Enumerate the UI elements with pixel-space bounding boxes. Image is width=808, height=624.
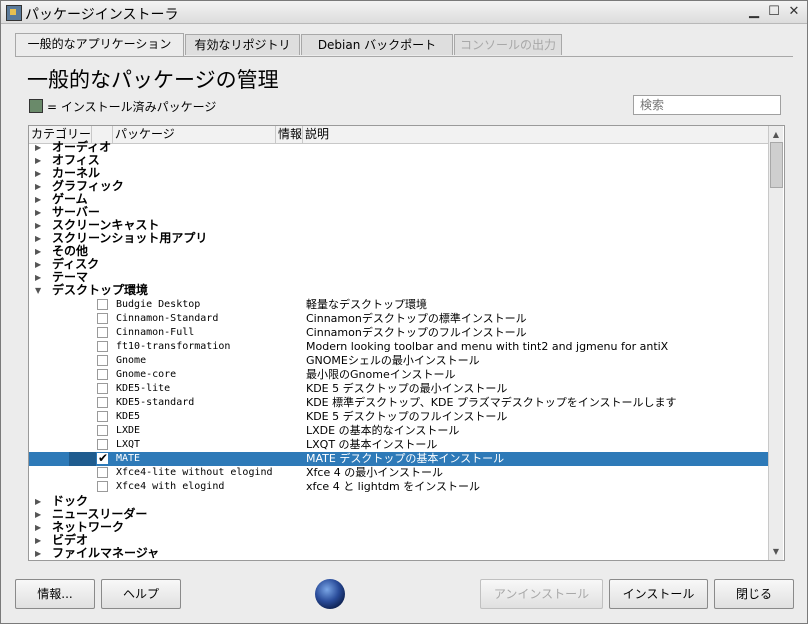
close-button[interactable]: 閉じる [714, 579, 794, 609]
scrollbar-thumb[interactable] [770, 142, 783, 188]
tree-rows: ▶ オーディオ ▶ オフィス ▶ カーネル ▶ グラフィック ▶ ゲーム ▶ サーバー ▶ ス… [29, 141, 769, 560]
package-checkbox[interactable] [97, 313, 108, 324]
package-checkbox[interactable] [97, 467, 108, 478]
installed-legend: = インストール済みパッケージ [47, 100, 217, 114]
expand-arrow-icon[interactable]: ▶ [35, 232, 41, 245]
expand-arrow-icon[interactable]: ▶ [35, 180, 41, 193]
window-title: パッケージインストーラ [25, 7, 179, 23]
expand-arrow-icon[interactable]: ▶ [35, 495, 41, 508]
app-icon [6, 5, 22, 21]
expand-arrow-icon[interactable]: ▶ [35, 154, 41, 167]
globe-icon [315, 579, 345, 609]
scroll-up-icon[interactable]: ▲ [770, 128, 782, 141]
package-installer-window: パッケージインストーラ ▁ ☐ ✕ 一般的なアプリケーション 有効なリポジトリ … [0, 0, 808, 624]
expand-arrow-icon[interactable]: ▶ [35, 508, 41, 521]
tab-repositories[interactable]: 有効なリポジトリ [185, 34, 300, 55]
expand-arrow-icon[interactable]: ▶ [35, 167, 41, 180]
package-row-selected[interactable]: ✔ MATE MATE デスクトップの基本インストール [29, 452, 769, 466]
expand-arrow-icon[interactable]: ▶ [35, 219, 41, 232]
close-window-icon[interactable]: ✕ [787, 5, 801, 19]
maximize-icon[interactable]: ☐ [767, 5, 781, 19]
package-row[interactable]: KDE5-standard KDE 標準デスクトップ、KDE プラズマデスクトップ… [29, 396, 769, 410]
info-button[interactable]: 情報... [15, 579, 95, 609]
help-button[interactable]: ヘルプ [101, 579, 181, 609]
minimize-icon[interactable]: ▁ [747, 5, 761, 19]
category-row-expanded[interactable]: ▼ デスクトップ環境 [29, 284, 769, 297]
package-row[interactable]: Xfce4 with elogind xfce 4 と lightdm をインスト… [29, 480, 769, 494]
category-row[interactable]: ▶ グラフィック [29, 180, 769, 193]
tab-console-output[interactable]: コンソールの出力 [454, 34, 562, 55]
expand-arrow-icon[interactable]: ▶ [35, 271, 41, 284]
page-title: 一般的なパッケージの管理 [27, 68, 279, 92]
scroll-down-icon[interactable]: ▼ [770, 545, 782, 558]
category-row[interactable]: ▶ ニュースリーダー [29, 508, 769, 521]
category-row[interactable]: ▶ ゲーム [29, 193, 769, 206]
package-checkbox[interactable] [97, 299, 108, 310]
package-checkbox[interactable] [97, 481, 108, 492]
category-row[interactable]: ▶ その他 [29, 245, 769, 258]
title-bar: パッケージインストーラ ▁ ☐ ✕ [1, 1, 807, 24]
package-tree: カテゴリー パッケージ 情報 説明 ▶ オーディオ ▶ オフィス ▶ カーネル ▶ グラ… [28, 125, 785, 561]
tab-panel-border [15, 56, 793, 57]
category-row[interactable]: ▶ ファイルマネージャ [29, 547, 769, 560]
package-row[interactable]: LXDE LXDE の基本的なインストール [29, 424, 769, 438]
package-checkbox[interactable] [97, 355, 108, 366]
uninstall-button[interactable]: アンインストール [480, 579, 603, 609]
package-row[interactable]: LXQT LXQT の基本インストール [29, 438, 769, 452]
category-row[interactable]: ▶ オフィス [29, 154, 769, 167]
package-checkbox[interactable] [97, 383, 108, 394]
category-row[interactable]: ▶ オーディオ [29, 141, 769, 154]
expand-arrow-icon[interactable]: ▶ [35, 521, 41, 534]
package-checkbox[interactable] [97, 411, 108, 422]
package-row[interactable]: ft10-transformation Modern looking toolba… [29, 340, 769, 354]
package-row[interactable]: Gnome GNOMEシェルの最小インストール [29, 354, 769, 368]
package-row[interactable]: Cinnamon-Standard Cinnamonデスクトップの標準インストール [29, 312, 769, 326]
category-row[interactable]: ▶ カーネル [29, 167, 769, 180]
package-row[interactable]: KDE5 KDE 5 デスクトップのフルインストール [29, 410, 769, 424]
vertical-scrollbar[interactable]: ▲ ▼ [768, 126, 783, 560]
package-row[interactable]: Gnome-core 最小限のGnomeインストール [29, 368, 769, 382]
expand-arrow-icon[interactable]: ▶ [35, 258, 41, 271]
selection-band [69, 452, 96, 466]
expand-arrow-icon[interactable]: ▶ [35, 534, 41, 547]
category-row[interactable]: ▶ ディスク [29, 258, 769, 271]
package-checkbox[interactable] [97, 425, 108, 436]
install-button[interactable]: インストール [609, 579, 708, 609]
expand-arrow-icon[interactable]: ▶ [35, 141, 41, 154]
package-row[interactable]: Budgie Desktop 軽量なデスクトップ環境 [29, 298, 769, 312]
package-checkbox[interactable] [97, 369, 108, 380]
category-row[interactable]: ▶ スクリーンショット用アプリ [29, 232, 769, 245]
package-row[interactable]: KDE5-lite KDE 5 デスクトップの最小インストール [29, 382, 769, 396]
category-row[interactable]: ▶ ネットワーク [29, 521, 769, 534]
package-checkbox[interactable] [97, 397, 108, 408]
expand-arrow-icon[interactable]: ▶ [35, 193, 41, 206]
package-checkbox[interactable] [97, 327, 108, 338]
package-checkbox[interactable] [97, 439, 108, 450]
package-row[interactable]: Cinnamon-Full Cinnamonデスクトップのフルインストール [29, 326, 769, 340]
package-checkbox-checked[interactable]: ✔ [97, 452, 108, 464]
search-input[interactable] [633, 95, 781, 115]
package-checkbox[interactable] [97, 341, 108, 352]
tab-debian-backports[interactable]: Debian バックポート [301, 34, 453, 55]
installed-color-swatch [29, 99, 43, 113]
expand-arrow-icon[interactable]: ▶ [35, 547, 41, 560]
tab-general-apps[interactable]: 一般的なアプリケーション [15, 33, 184, 56]
package-row[interactable]: Xfce4-lite without elogind Xfce 4 の最小インスト… [29, 466, 769, 480]
expand-arrow-icon[interactable]: ▶ [35, 206, 41, 219]
collapse-arrow-icon[interactable]: ▼ [35, 284, 41, 297]
expand-arrow-icon[interactable]: ▶ [35, 245, 41, 258]
